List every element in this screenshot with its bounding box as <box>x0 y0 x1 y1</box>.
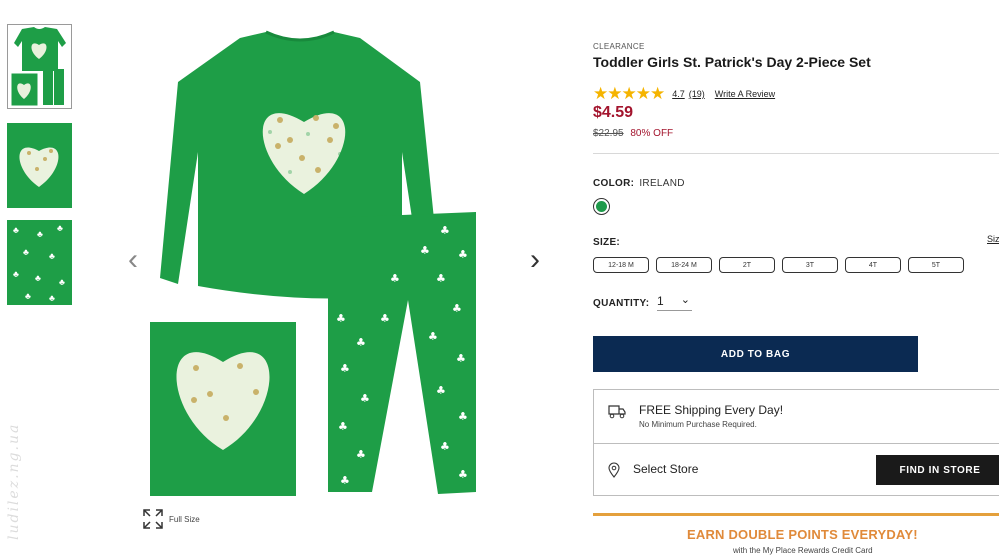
svg-text:♣: ♣ <box>360 392 370 405</box>
quantity-select[interactable]: 1 ⌄ <box>657 294 692 311</box>
svg-text:♣: ♣ <box>452 302 462 315</box>
star-rating-icon: ★★★★★ <box>593 84 665 103</box>
free-shipping-title: FREE Shipping Every Day! <box>639 403 784 417</box>
original-price: $22.95 <box>593 128 624 139</box>
rating-value-link[interactable]: 4.7 <box>672 89 685 99</box>
svg-text:♣: ♣ <box>380 312 390 325</box>
shipping-box: FREE Shipping Every Day! No Minimum Purc… <box>593 389 999 496</box>
color-value: IRELAND <box>639 178 685 189</box>
watermark: ludilez.ng.ua <box>6 422 22 540</box>
thumbnail-heart-print[interactable] <box>7 123 72 208</box>
svg-text:♣: ♣ <box>458 248 468 261</box>
thumbnail-shamrock-pattern[interactable]: ♣ ♣ ♣ ♣ ♣ ♣ ♣ ♣ ♣ ♣ <box>7 220 72 305</box>
shamrock-icon: ♣ <box>49 251 55 261</box>
svg-text:♣: ♣ <box>420 244 430 257</box>
select-store-link[interactable]: Select Store <box>633 462 698 476</box>
location-pin-icon <box>608 462 620 478</box>
svg-text:♣: ♣ <box>390 272 400 285</box>
svg-text:♣: ♣ <box>458 468 468 481</box>
svg-text:♣: ♣ <box>440 224 450 237</box>
write-review-link[interactable]: Write A Review <box>715 89 775 99</box>
size-option-12-18m[interactable]: 12-18 M <box>593 257 649 273</box>
divider <box>593 153 999 154</box>
shamrock-icon: ♣ <box>13 225 19 235</box>
delivery-truck-icon <box>608 405 626 419</box>
color-swatch-ireland[interactable] <box>593 198 610 215</box>
svg-text:♣: ♣ <box>338 420 348 433</box>
svg-text:♣: ♣ <box>440 440 450 453</box>
product-title: Toddler Girls St. Patrick's Day 2-Piece … <box>593 54 871 70</box>
full-size-button[interactable]: Full Size <box>143 509 200 529</box>
size-option-18-24m[interactable]: 18-24 M <box>656 257 712 273</box>
main-product-image: ♣ ♣ ♣ ♣ ♣ ♣ ♣ ♣ ♣ ♣ ♣ ♣ ♣ ♣ ♣ ♣ ♣ ♣ ♣ ♣ <box>146 30 476 498</box>
expand-icon <box>143 509 163 529</box>
svg-text:♣: ♣ <box>336 312 346 325</box>
svg-text:♣: ♣ <box>356 336 366 349</box>
outfit-thumbnail-image <box>10 27 66 107</box>
rating-row: ★★★★★ 4.7 (19) Write A Review <box>593 84 775 104</box>
quantity-label: QUANTITY: <box>593 298 650 309</box>
free-shipping-subtitle: No Minimum Purchase Required. <box>639 420 757 429</box>
size-option-3t[interactable]: 3T <box>782 257 838 273</box>
next-image-arrow-icon[interactable]: › <box>530 245 540 275</box>
thumbnail-outfit[interactable] <box>7 24 72 109</box>
find-in-store-button[interactable]: FIND IN STORE <box>876 455 999 485</box>
promo-subline: with the My Place Rewards Credit Card <box>733 546 873 555</box>
svg-text:♣: ♣ <box>436 384 446 397</box>
shamrock-icon: ♣ <box>57 223 63 233</box>
promo-headline: EARN DOUBLE POINTS EVERYDAY! <box>687 527 918 542</box>
heart-print-thumbnail-image <box>7 123 72 208</box>
svg-text:♣: ♣ <box>458 410 468 423</box>
color-label: COLOR: IRELAND <box>593 178 685 189</box>
svg-text:♣: ♣ <box>428 330 438 343</box>
size-option-4t[interactable]: 4T <box>845 257 901 273</box>
shamrock-icon: ♣ <box>59 277 65 287</box>
svg-text:♣: ♣ <box>340 362 350 375</box>
shamrock-icon: ♣ <box>37 229 43 239</box>
price-details: $22.95 80% OFF <box>593 128 673 139</box>
color-label-text: COLOR: <box>593 178 635 189</box>
size-option-5t[interactable]: 5T <box>908 257 964 273</box>
svg-text:♣: ♣ <box>456 352 466 365</box>
size-options: 12-18 M 18-24 M 2T 3T 4T 5T <box>593 257 964 273</box>
clearance-badge: CLEARANCE <box>593 42 645 51</box>
size-chart-link[interactable]: Size <box>987 234 999 244</box>
svg-text:♣: ♣ <box>436 272 446 285</box>
previous-image-arrow-icon[interactable]: ‹ <box>128 245 138 275</box>
size-option-2t[interactable]: 2T <box>719 257 775 273</box>
discount-label: 80% OFF <box>630 128 674 139</box>
review-count-link[interactable]: (19) <box>689 89 705 99</box>
sale-price: $4.59 <box>593 104 634 121</box>
promo-divider <box>593 513 999 516</box>
chevron-down-icon: ⌄ <box>680 294 690 306</box>
svg-text:♣: ♣ <box>340 474 350 487</box>
shamrock-icon: ♣ <box>49 293 55 303</box>
shipping-row: FREE Shipping Every Day! No Minimum Purc… <box>594 390 999 444</box>
add-to-bag-button[interactable]: ADD TO BAG <box>593 336 918 372</box>
swatch-fill <box>596 201 607 212</box>
shamrock-icon: ♣ <box>23 247 29 257</box>
shamrock-icon: ♣ <box>13 269 19 279</box>
svg-text:♣: ♣ <box>356 448 366 461</box>
size-label: SIZE: <box>593 237 621 248</box>
shamrock-icon: ♣ <box>35 273 41 283</box>
quantity-value: 1 <box>657 294 664 308</box>
full-size-label: Full Size <box>169 514 200 524</box>
shamrock-icon: ♣ <box>25 291 31 301</box>
